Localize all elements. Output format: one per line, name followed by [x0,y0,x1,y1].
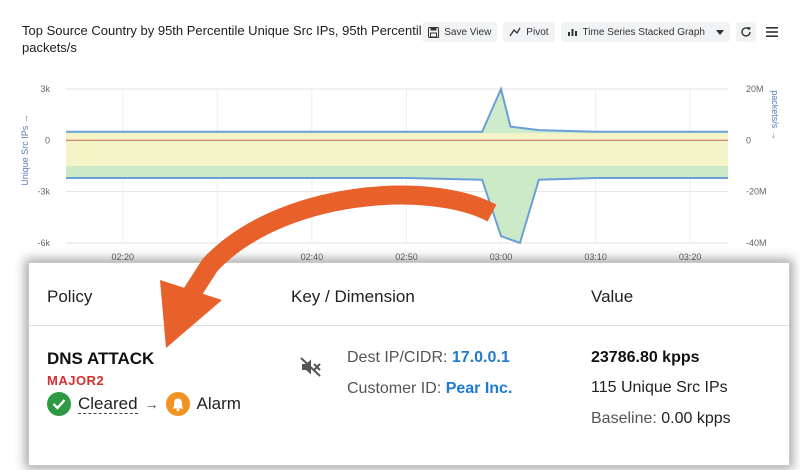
right-tick-label: -40M [746,238,767,248]
left-tick-label: 0 [45,135,50,145]
state-transition: Cleared → Alarm [47,392,241,416]
dest-ip-label: Dest IP/CIDR: [347,349,452,366]
series-line-positive [66,85,728,133]
x-tick-label: 02:30 [206,252,229,262]
x-tick-label: 02:40 [301,252,324,262]
alert-detail-card: Policy Key / Dimension Value DNS ATTACK … [28,262,790,466]
x-tick-label: 03:10 [584,252,607,262]
state-alarm-label: Alarm [196,394,241,413]
dest-ip-row: Dest IP/CIDR: 17.0.0.1 [347,349,510,367]
header-policy: Policy [47,287,93,306]
severity-badge: MAJOR2 [47,373,105,388]
left-tick-label: -6k [37,238,50,248]
series-line-negative [66,176,728,245]
customer-id-label: Customer ID: [347,380,446,397]
x-tick-label: 02:20 [111,252,134,262]
header-key-dimension: Key / Dimension [291,287,415,306]
mute-icon[interactable] [299,355,323,379]
dest-ip-value[interactable]: 17.0.0.1 [452,349,510,366]
value-kpps: 23786.80 kpps [591,349,700,366]
baseline-label: Baseline: [591,410,662,427]
right-tick-label: 0 [746,135,751,145]
right-tick-label: -20M [746,187,767,197]
time-series-chart: 3k 20M 0 0 -3k -20M -6k -40M 02:20 02:30 02:40 02:5… [20,84,780,262]
positive-band-yellow [66,133,728,141]
bell-icon [165,392,190,416]
customer-id-row: Customer ID: Pear Inc. [347,380,512,398]
left-tick-label: 3k [40,84,50,94]
customer-id-value[interactable]: Pear Inc. [446,380,513,397]
right-tick-label: 20M [746,84,764,94]
x-tick-label: 03:00 [490,252,513,262]
chart-areas [66,89,728,243]
card-header: Policy Key / Dimension Value [29,263,789,326]
baseline-value: 0.00 kpps [661,410,731,427]
state-cleared-label: Cleared [78,393,138,414]
check-circle-icon [47,392,71,416]
left-axis-title: Unique Src IPs → [20,114,30,186]
right-axis-title: packets/s → [770,90,780,140]
baseline-row: Baseline: 0.00 kpps [591,410,731,428]
header-value: Value [591,287,634,306]
left-tick-label: -3k [37,187,50,197]
x-tick-label: 03:20 [679,252,702,262]
value-unique-src-ips: 115 Unique Src IPs [591,379,728,396]
negative-band-yellow [66,140,728,166]
policy-name[interactable]: DNS ATTACK [47,349,154,369]
transition-arrow: → [144,396,159,412]
x-tick-label: 02:50 [395,252,418,262]
